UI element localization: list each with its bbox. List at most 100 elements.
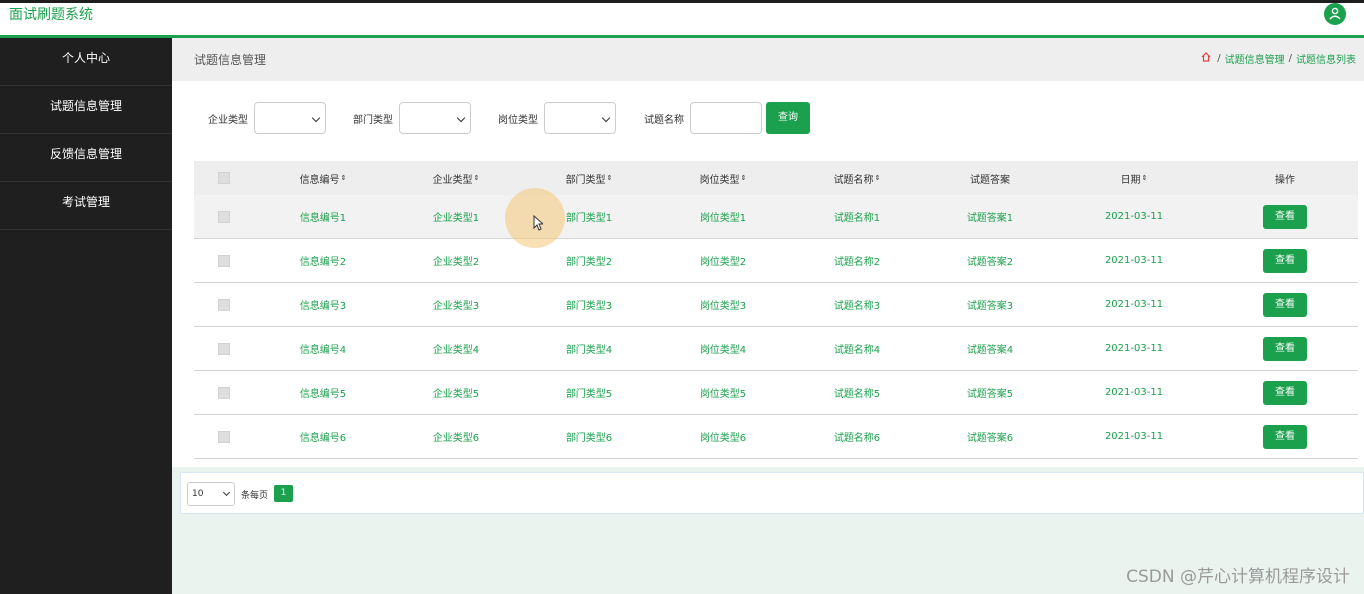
cell-info-no: 信息编号6 <box>299 433 347 444</box>
action-cell: 查看 <box>1263 195 1307 238</box>
sidebar-item-question-info[interactable]: 试题信息管理 <box>0 86 172 134</box>
sort-icon[interactable]: ⇕ <box>607 174 613 182</box>
sort-icon[interactable]: ⇕ <box>875 174 881 182</box>
mouse-pointer-icon <box>533 214 545 235</box>
table-header: 信息编号 ⇕ 企业类型 ⇕ 部门类型 ⇕ 岗位类型 ⇕ 试题名称 ⇕ 试题答案 日期 ⇕ 操… <box>194 161 1358 195</box>
sidebar: 个人中心 试题信息管理 反馈信息管理 考试管理 <box>0 38 172 594</box>
breadcrumb-separator: / <box>1217 53 1221 64</box>
cell-company-type: 企业类型6 <box>432 433 480 444</box>
row-checkbox[interactable] <box>218 327 230 370</box>
chevron-down-icon <box>222 488 231 497</box>
cell-position-type: 岗位类型2 <box>699 257 747 268</box>
breadcrumb: / 试题信息管理 / 试题信息列表 <box>1201 51 1356 66</box>
cell-date: 2021-03-11 <box>1104 211 1164 222</box>
sort-icon[interactable]: ⇕ <box>474 174 480 182</box>
header-action: 操作 <box>1275 174 1295 186</box>
question-name-input[interactable] <box>690 102 762 134</box>
chevron-down-icon <box>601 113 611 123</box>
select-all-checkbox[interactable] <box>218 161 230 195</box>
question-table: 信息编号 ⇕ 企业类型 ⇕ 部门类型 ⇕ 岗位类型 ⇕ 试题名称 ⇕ 试题答案 日期 ⇕ 操… <box>194 161 1358 459</box>
breadcrumb-separator: / <box>1288 53 1292 64</box>
sort-icon[interactable]: ⇕ <box>341 174 347 182</box>
cell-department-type: 部门类型2 <box>565 257 613 268</box>
sort-icon[interactable]: ⇕ <box>741 174 747 182</box>
filter-label: 部门类型 <box>353 114 393 126</box>
cell-department-type: 部门类型3 <box>565 301 613 312</box>
cell-question-answer: 试题答案3 <box>966 301 1014 312</box>
cell-date: 2021-03-11 <box>1104 343 1164 354</box>
header-question-answer: 试题答案 <box>970 174 1010 186</box>
header-department-type[interactable]: 部门类型 ⇕ <box>540 161 638 195</box>
cell-question-answer: 试题答案1 <box>966 213 1014 224</box>
cell-date: 2021-03-11 <box>1104 299 1164 310</box>
cell-position-type: 岗位类型5 <box>699 389 747 400</box>
sidebar-item-personal-center[interactable]: 个人中心 <box>0 38 172 86</box>
cell-question-name: 试题名称2 <box>833 257 881 268</box>
chevron-down-icon <box>456 113 466 123</box>
page-title: 试题信息管理 <box>194 53 267 67</box>
filter-label: 企业类型 <box>208 114 248 126</box>
top-bar: 面试刷题系统 <box>0 0 1364 38</box>
cell-question-name: 试题名称6 <box>833 433 881 444</box>
list-panel: 企业类型 部门类型 岗位类型 试题名称 查询 信息编号 ⇕ 企业类型 ⇕ 部门类型 ⇕… <box>172 81 1364 467</box>
query-button[interactable]: 查询 <box>766 102 810 134</box>
view-button[interactable]: 查看 <box>1263 336 1307 361</box>
cell-position-type: 岗位类型1 <box>699 213 747 224</box>
view-button[interactable]: 查看 <box>1263 204 1307 229</box>
cell-department-type: 部门类型6 <box>565 433 613 444</box>
user-icon[interactable] <box>1324 3 1346 25</box>
row-checkbox[interactable] <box>218 239 230 282</box>
table-row[interactable]: 信息编号2 企业类型2 部门类型2 岗位类型2 试题名称2 试题答案2 2021-03-11… <box>194 239 1358 283</box>
company-type-select[interactable] <box>254 102 326 134</box>
breadcrumb-item-question-info[interactable]: 试题信息管理 <box>1225 51 1285 66</box>
sidebar-item-feedback-info[interactable]: 反馈信息管理 <box>0 134 172 182</box>
header-position-type[interactable]: 岗位类型 ⇕ <box>674 161 772 195</box>
cell-company-type: 企业类型1 <box>432 213 480 224</box>
header-question-name[interactable]: 试题名称 ⇕ <box>808 161 906 195</box>
table-row[interactable]: 信息编号1 企业类型1 部门类型1 岗位类型1 试题名称1 试题答案1 2021-03-11… <box>194 195 1358 239</box>
row-checkbox[interactable] <box>218 371 230 414</box>
header-company-type[interactable]: 企业类型 ⇕ <box>407 161 505 195</box>
view-button[interactable]: 查看 <box>1263 380 1307 405</box>
table-row[interactable]: 信息编号5 企业类型5 部门类型5 岗位类型5 试题名称5 试题答案5 2021-03-11… <box>194 371 1358 415</box>
cell-question-name: 试题名称5 <box>833 389 881 400</box>
action-cell: 查看 <box>1263 239 1307 282</box>
action-cell: 查看 <box>1263 371 1307 414</box>
filter-position-type: 岗位类型 <box>498 102 616 134</box>
action-cell: 查看 <box>1263 327 1307 370</box>
chevron-down-icon <box>311 113 321 123</box>
cell-date: 2021-03-11 <box>1104 431 1164 442</box>
view-button[interactable]: 查看 <box>1263 248 1307 273</box>
row-checkbox[interactable] <box>218 283 230 326</box>
sidebar-item-exam-management[interactable]: 考试管理 <box>0 182 172 230</box>
filter-question-name: 试题名称 查询 <box>644 102 810 134</box>
cell-info-no: 信息编号3 <box>299 301 347 312</box>
view-button[interactable]: 查看 <box>1263 424 1307 449</box>
department-type-select[interactable] <box>399 102 471 134</box>
table-row[interactable]: 信息编号4 企业类型4 部门类型4 岗位类型4 试题名称4 试题答案4 2021-03-11… <box>194 327 1358 371</box>
cell-position-type: 岗位类型6 <box>699 433 747 444</box>
page-number-button[interactable]: 1 <box>274 485 293 502</box>
cell-question-answer: 试题答案2 <box>966 257 1014 268</box>
cell-department-type: 部门类型5 <box>565 389 613 400</box>
cell-info-no: 信息编号2 <box>299 257 347 268</box>
pagination: 10 条每页 1 <box>180 472 1364 514</box>
table-row[interactable]: 信息编号3 企业类型3 部门类型3 岗位类型3 试题名称3 试题答案3 2021-03-11… <box>194 283 1358 327</box>
row-checkbox[interactable] <box>218 415 230 458</box>
cell-position-type: 岗位类型4 <box>699 345 747 356</box>
position-type-select[interactable] <box>544 102 616 134</box>
cell-question-name: 试题名称3 <box>833 301 881 312</box>
view-button[interactable]: 查看 <box>1263 292 1307 317</box>
home-icon[interactable] <box>1201 52 1211 65</box>
filter-department-type: 部门类型 <box>353 102 471 134</box>
table-row[interactable]: 信息编号6 企业类型6 部门类型6 岗位类型6 试题名称6 试题答案6 2021-03-11… <box>194 415 1358 459</box>
filter-label: 试题名称 <box>644 114 684 126</box>
header-info-no[interactable]: 信息编号 ⇕ <box>274 161 372 195</box>
cell-company-type: 企业类型2 <box>432 257 480 268</box>
app-title: 面试刷题系统 <box>9 7 93 23</box>
sort-icon[interactable]: ⇕ <box>1142 174 1148 182</box>
header-date[interactable]: 日期 ⇕ <box>1074 161 1194 195</box>
page-size-select[interactable]: 10 <box>187 482 235 506</box>
row-checkbox[interactable] <box>218 195 230 238</box>
action-cell: 查看 <box>1263 415 1307 458</box>
